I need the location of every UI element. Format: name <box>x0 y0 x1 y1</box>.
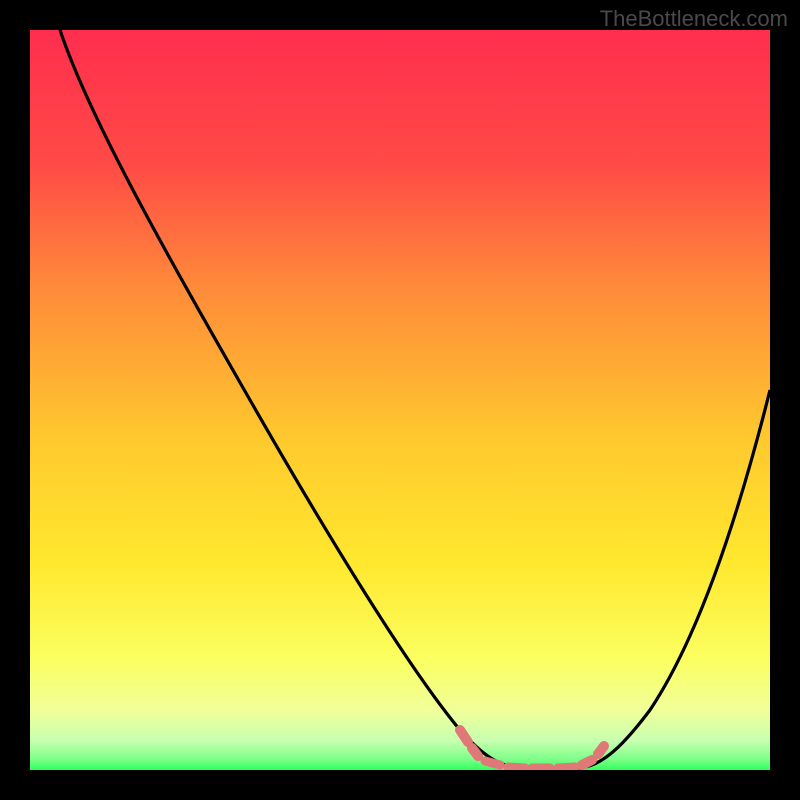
chart-container: TheBottleneck.com <box>0 0 800 800</box>
optimal-range-marker <box>30 30 770 770</box>
watermark-text: TheBottleneck.com <box>600 6 788 32</box>
plot-area <box>30 30 770 770</box>
